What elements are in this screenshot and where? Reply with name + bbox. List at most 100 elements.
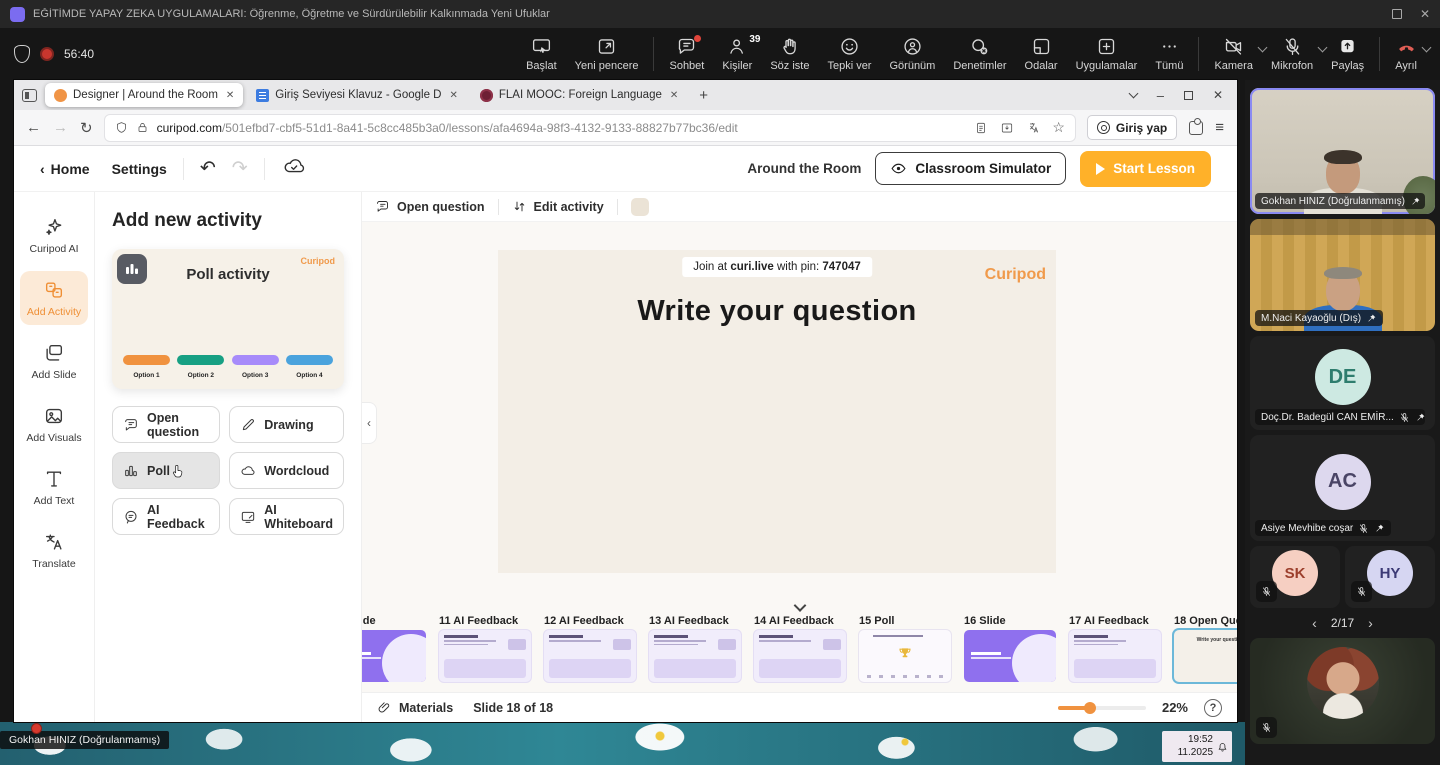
filmstrip-item-17[interactable]: 17 AI Feedback <box>1069 615 1161 692</box>
reactions-button[interactable]: Tepki ver <box>818 36 880 72</box>
sidebar-item-add-activity[interactable]: Add Activity <box>20 271 88 325</box>
screen-share-icon <box>531 36 552 57</box>
list-tabs-chevron[interactable] <box>1128 89 1138 99</box>
classroom-simulator-button[interactable]: Classroom Simulator <box>875 152 1066 185</box>
settings-button[interactable]: Settings <box>112 161 167 177</box>
edit-activity-button[interactable]: Edit activity <box>512 199 604 214</box>
filmstrip-item-13[interactable]: 13 AI Feedback <box>649 615 741 692</box>
sidebar-item-translate[interactable]: Translate <box>20 523 88 577</box>
more-button[interactable]: Tümü <box>1146 36 1192 72</box>
browser-tabbar: Designer | Around the Room ✕ Giriş Seviy… <box>14 80 1237 110</box>
video-tile-unnamed[interactable] <box>1250 638 1435 744</box>
redo-button[interactable]: ↷ <box>232 157 248 180</box>
activity-type-chip[interactable]: Open question <box>375 199 485 214</box>
account-icon <box>1097 121 1110 134</box>
tracking-shield-icon[interactable] <box>115 121 128 134</box>
save-page-icon[interactable] <box>1000 121 1014 135</box>
undo-button[interactable]: ↶ <box>200 157 216 180</box>
filmstrip-item-10[interactable]: 10 Slide <box>362 615 426 692</box>
materials-button[interactable]: Materials <box>377 700 453 715</box>
filmstrip-item-14[interactable]: 14 AI Feedback <box>754 615 846 692</box>
apps-button[interactable]: Uygulamalar <box>1067 36 1147 72</box>
restore-browser-icon[interactable] <box>1184 91 1193 100</box>
page-next-icon[interactable]: › <box>1368 615 1373 631</box>
tab-designer[interactable]: Designer | Around the Room ✕ <box>45 83 243 107</box>
sidebar-item-add-slide[interactable]: Add Slide <box>20 334 88 388</box>
new-window-button[interactable]: Yeni pencere <box>566 36 648 72</box>
restore-window-icon[interactable] <box>1392 9 1402 19</box>
video-tile-badegul[interactable]: DE Doç.Dr. Badegül CAN EMİR... <box>1250 336 1435 430</box>
start-lesson-button[interactable]: Start Lesson <box>1080 151 1211 187</box>
help-button[interactable]: ? <box>1204 699 1222 717</box>
wordcloud-button[interactable]: Wordcloud <box>229 452 344 489</box>
close-browser-icon[interactable]: ✕ <box>1213 88 1223 102</box>
slide-canvas[interactable]: Join at curi.live with pin: 747047 Write… <box>498 250 1056 573</box>
sidebar-item-add-text[interactable]: Add Text <box>20 460 88 514</box>
signin-button[interactable]: Giriş yap <box>1087 115 1177 140</box>
home-button[interactable]: ‹ Home <box>40 161 90 177</box>
zoom-toolbar: 56:40 Başlat Yeni pencere Sohbet 39 Kişi… <box>0 28 1440 80</box>
sidebar-item-add-visuals[interactable]: Add Visuals <box>20 397 88 451</box>
close-tab-icon[interactable]: ✕ <box>670 90 678 101</box>
leave-button[interactable]: Ayrıl <box>1386 36 1426 72</box>
extensions-icon[interactable] <box>1189 121 1203 135</box>
back-icon[interactable]: ← <box>26 119 41 136</box>
share-screen-button[interactable]: Başlat <box>517 36 566 72</box>
forward-icon[interactable]: → <box>53 119 68 136</box>
video-tile-hy[interactable]: HY <box>1345 546 1435 608</box>
poll-activity-preview[interactable]: Curipod Poll activity Option 1 Option 2 <box>112 249 344 389</box>
video-tile-sk[interactable]: SK <box>1250 546 1340 608</box>
open-question-button[interactable]: Open question <box>112 406 220 443</box>
background-color-swatch[interactable] <box>631 198 649 216</box>
collapse-panel-button[interactable]: ‹ <box>362 402 377 444</box>
ai-feedback-button[interactable]: AI Feedback <box>112 498 220 535</box>
notifications-bell-icon[interactable] <box>1216 740 1229 753</box>
new-tab-button[interactable]: + <box>691 87 716 104</box>
chevron-down-icon[interactable] <box>793 599 806 612</box>
bookmark-star-icon[interactable]: ☆ <box>1052 119 1065 136</box>
poll-button[interactable]: Poll <box>112 452 220 489</box>
filmstrip-item-12[interactable]: 12 AI Feedback <box>544 615 636 692</box>
mouse-cursor-hand <box>171 463 187 482</box>
menu-hamburger-icon[interactable]: ≡ <box>1215 119 1225 136</box>
minimize-browser-icon[interactable]: – <box>1157 88 1164 103</box>
tab-google-docs[interactable]: Giriş Seviyesi Klavuz - Google D ✕ <box>247 83 467 107</box>
filmstrip-item-15[interactable]: 15 Poll <box>859 615 951 692</box>
filmstrip-item-18-selected[interactable]: 18 Open Question Write your question <box>1174 615 1237 692</box>
drawing-button[interactable]: Drawing <box>229 406 344 443</box>
close-window-icon[interactable]: ✕ <box>1420 7 1430 21</box>
participants-button[interactable]: 39 Kişiler <box>713 36 761 72</box>
reload-icon[interactable]: ↻ <box>80 119 93 137</box>
leave-options-chevron[interactable] <box>1422 43 1432 53</box>
url-text[interactable]: curipod.com/501efbd7-cbf5-51d1-8a41-5c8c… <box>157 121 967 135</box>
filmstrip-item-16[interactable]: 16 Slide <box>964 615 1056 692</box>
zoom-slider[interactable] <box>1058 706 1146 710</box>
video-tile-asiye[interactable]: AC Asiye Mevhibe coşar <box>1250 435 1435 541</box>
mic-button[interactable]: Mikrofon <box>1262 36 1322 72</box>
breakout-rooms-button[interactable]: Odalar <box>1016 36 1067 72</box>
zoom-slider-knob[interactable] <box>1084 702 1096 714</box>
firefox-view-icon[interactable] <box>22 89 37 102</box>
reader-view-icon[interactable] <box>974 121 988 135</box>
close-tab-icon[interactable]: ✕ <box>226 90 234 101</box>
host-tools-button[interactable]: Denetimler <box>944 36 1015 72</box>
filmstrip-item-11[interactable]: 11 AI Feedback <box>439 615 531 692</box>
video-tile-naci[interactable]: M.Naci Kayaoğlu (Dış) <box>1250 219 1435 331</box>
translate-page-icon[interactable] <box>1026 121 1040 135</box>
close-tab-icon[interactable]: ✕ <box>449 90 457 101</box>
video-tile-gokhan[interactable]: Gokhan HINIZ (Doğrulanmamış) <box>1250 88 1435 214</box>
tab-flai-mooc[interactable]: FLAI MOOC: Foreign Language ✕ <box>471 83 687 107</box>
sidebar-item-curipod-ai[interactable]: Curipod AI <box>20 208 88 262</box>
page-prev-icon[interactable]: ‹ <box>1312 615 1317 631</box>
slide-question-title[interactable]: Write your question <box>498 295 1056 328</box>
camera-button[interactable]: Kamera <box>1205 36 1262 72</box>
chat-button[interactable]: Sohbet <box>660 36 713 72</box>
view-button[interactable]: Görünüm <box>880 36 944 72</box>
ai-whiteboard-button[interactable]: AI Whiteboard <box>229 498 344 535</box>
share-button[interactable]: Paylaş <box>1322 36 1373 72</box>
url-field[interactable]: curipod.com/501efbd7-cbf5-51d1-8a41-5c8c… <box>105 115 1075 141</box>
lock-icon[interactable] <box>136 121 149 134</box>
system-tray-clock[interactable]: 19:52 11.2025 <box>1162 731 1232 762</box>
security-shield-icon[interactable] <box>14 45 30 63</box>
raise-hand-button[interactable]: Söz iste <box>761 36 818 72</box>
